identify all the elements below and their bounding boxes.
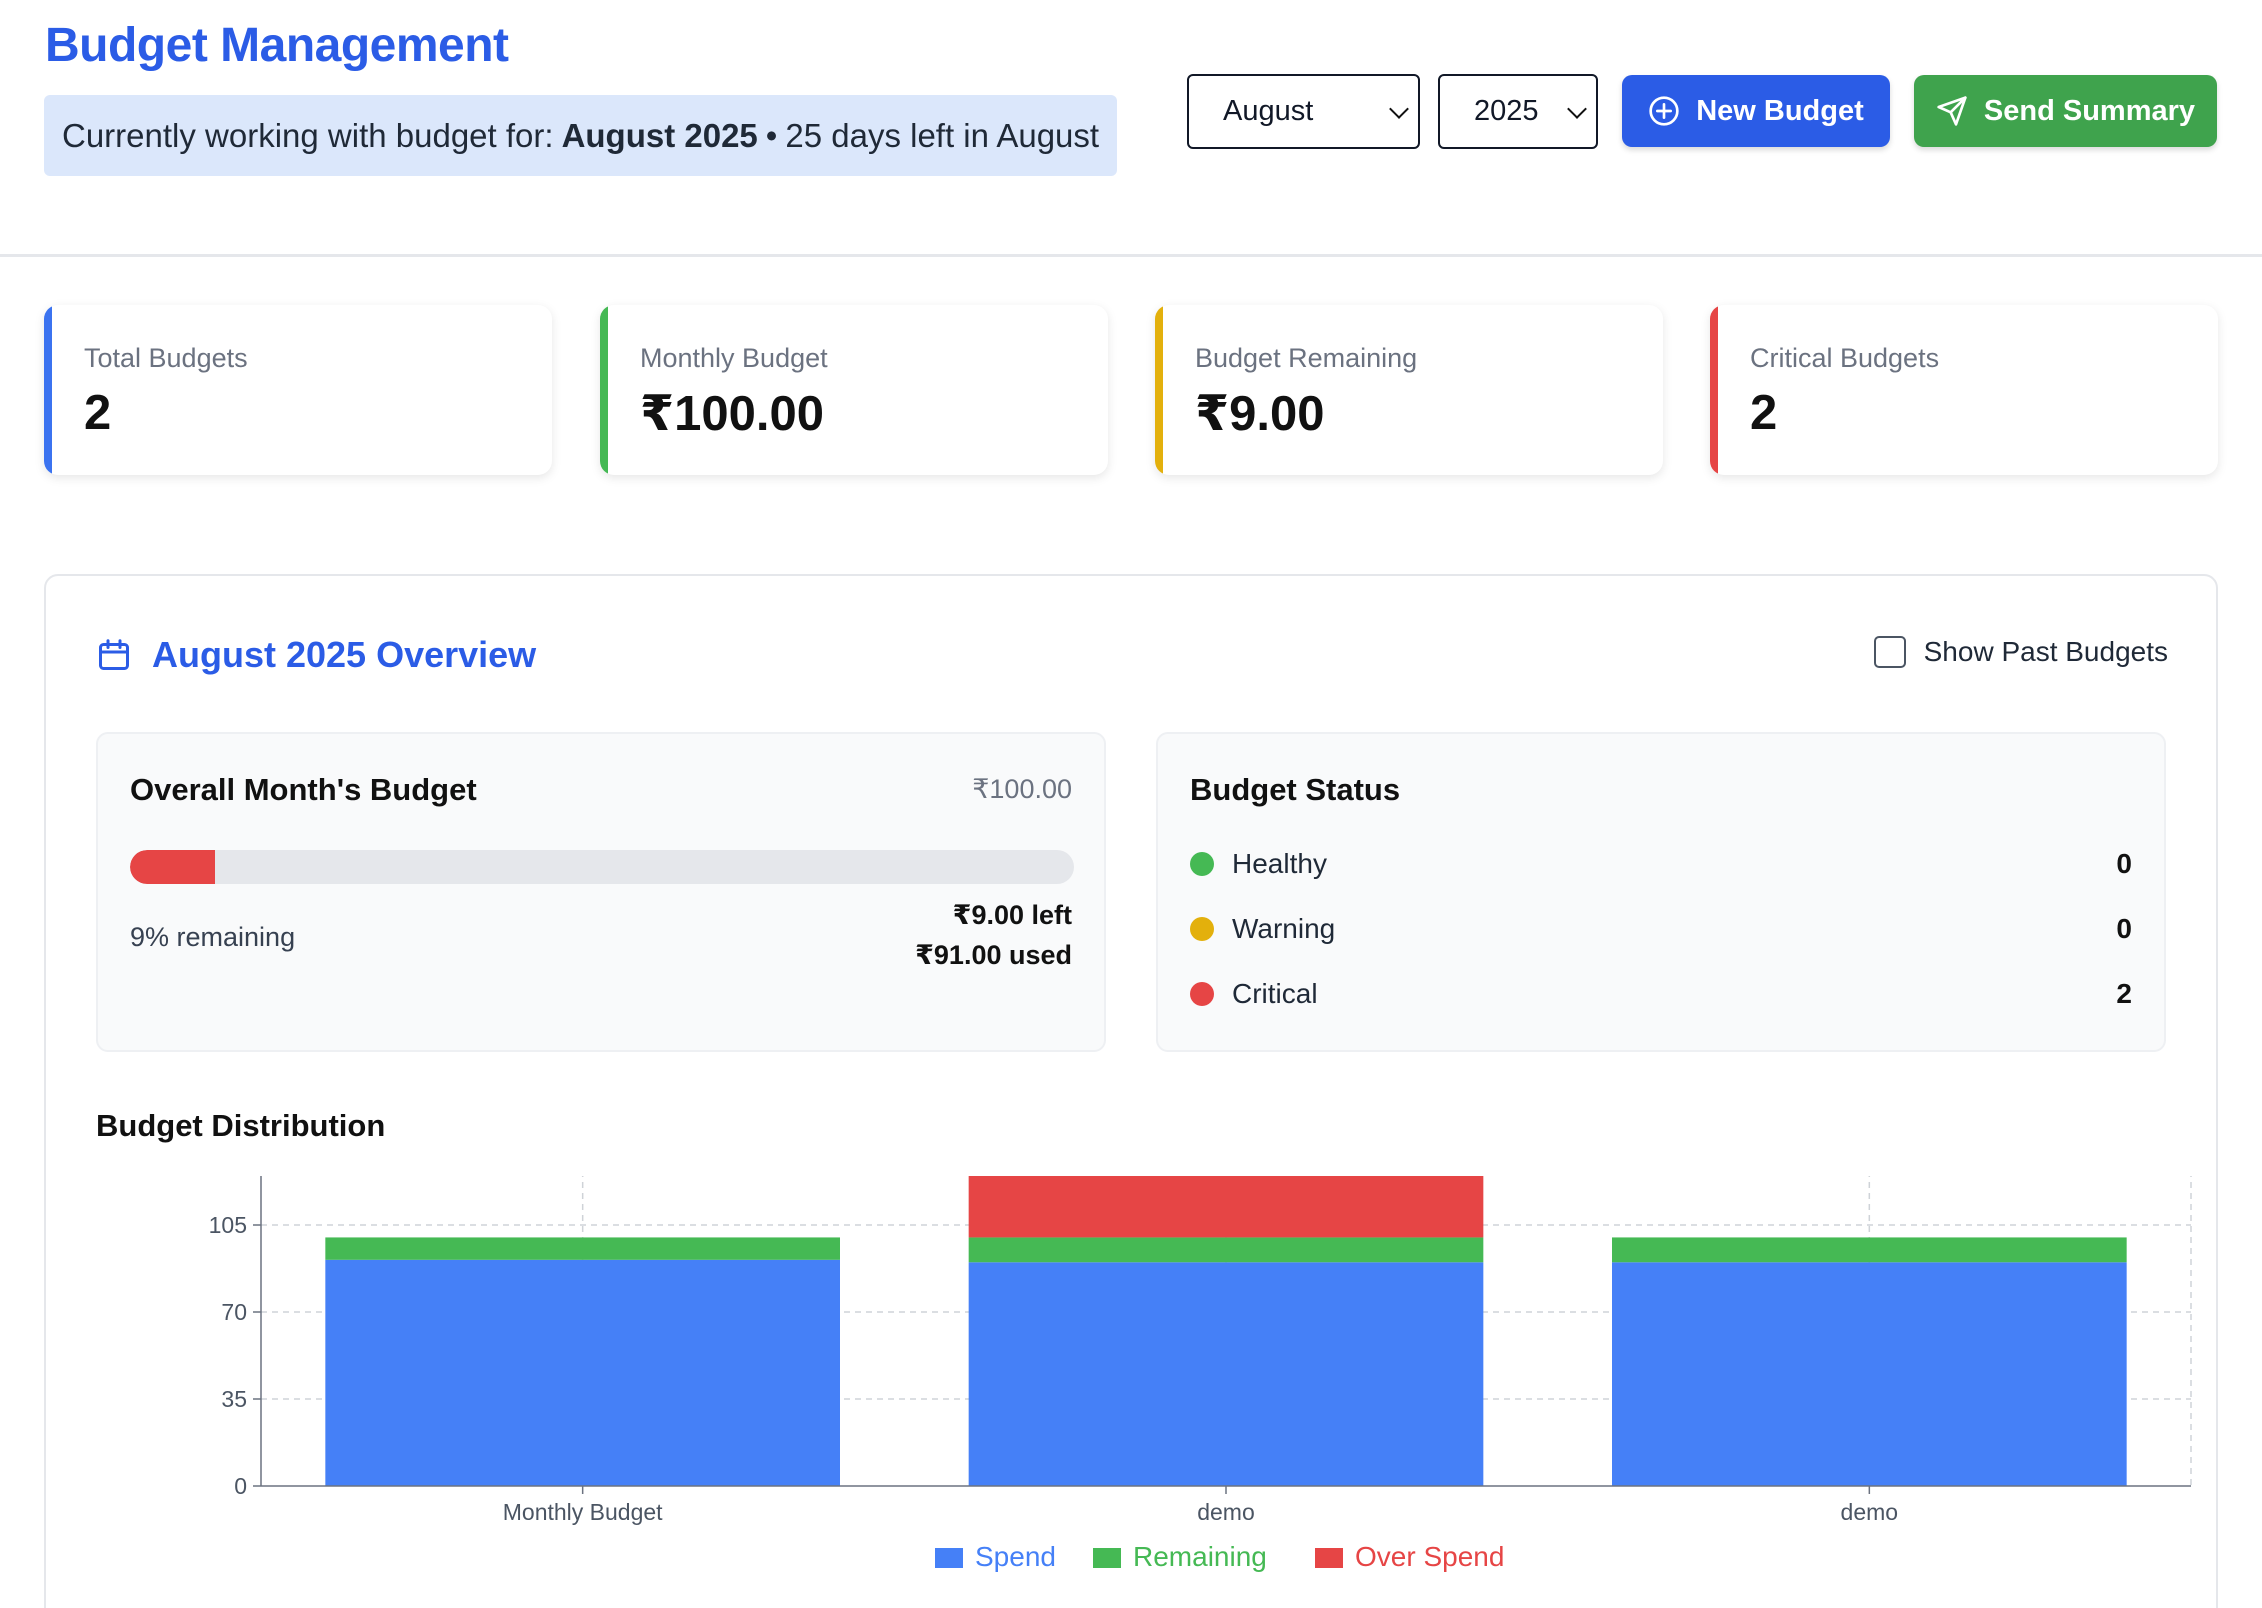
remaining-percent: 9% remaining bbox=[130, 922, 296, 952]
new-budget-label: New Budget bbox=[1696, 94, 1864, 127]
budget-progress-fill bbox=[130, 850, 215, 884]
y-tick-label: 35 bbox=[221, 1386, 247, 1412]
stat-value: ₹9.00 bbox=[1195, 387, 1325, 441]
stat-label: Monthly Budget bbox=[640, 343, 828, 373]
status-row-healthy: Healthy 0 bbox=[1190, 844, 2132, 884]
bar-spend bbox=[968, 1262, 1484, 1486]
stat-label: Critical Budgets bbox=[1750, 343, 1940, 373]
overall-budget-total: ₹100.00 bbox=[972, 774, 1072, 804]
overview-title-text: August 2025 Overview bbox=[152, 634, 537, 675]
chevron-down-icon bbox=[1389, 99, 1409, 119]
status-dot bbox=[1190, 982, 1214, 1006]
bar-remaining bbox=[1612, 1237, 2127, 1263]
stat-value: 2 bbox=[1750, 386, 1778, 440]
plus-circle-icon bbox=[1649, 96, 1679, 126]
budget-distribution-chart: 03570105140Monthly BudgetdemodemoSpendRe… bbox=[209, 1176, 2192, 1572]
stat-value: ₹100.00 bbox=[640, 387, 824, 441]
stat-card-budget-remaining: Budget Remaining ₹9.00 bbox=[1155, 305, 1663, 475]
status-label: Warning bbox=[1232, 913, 1336, 944]
x-tick-label: Monthly Budget bbox=[503, 1499, 663, 1525]
year-select-value: 2025 bbox=[1474, 95, 1539, 127]
y-tick-label: 70 bbox=[221, 1299, 247, 1325]
overview-title: August 2025 Overview bbox=[96, 634, 536, 676]
status-row-critical: Critical 2 bbox=[1190, 974, 2132, 1014]
bar-remaining bbox=[325, 1237, 840, 1260]
legend-swatch bbox=[1315, 1548, 1343, 1568]
x-tick-label: demo bbox=[1841, 1499, 1899, 1525]
y-tick-label: 105 bbox=[209, 1212, 247, 1238]
status-count: 0 bbox=[2116, 913, 2132, 944]
status-row-warning: Warning 0 bbox=[1190, 909, 2132, 949]
overall-month-budget-card: Overall Month's Budget ₹100.00 9% remain… bbox=[96, 732, 1106, 1052]
month-select[interactable]: August bbox=[1187, 74, 1420, 149]
banner-period: August 2025 bbox=[561, 116, 758, 154]
legend-label: Spend bbox=[975, 1541, 1056, 1572]
bar-spend bbox=[1612, 1262, 2127, 1486]
show-past-budgets-checkbox[interactable] bbox=[1873, 636, 1906, 668]
legend-swatch bbox=[935, 1548, 963, 1568]
banner-separator: • bbox=[765, 116, 778, 154]
month-select-value: August bbox=[1223, 95, 1314, 127]
send-summary-button[interactable]: Send Summary bbox=[1914, 75, 2217, 147]
show-past-budgets-label: Show Past Budgets bbox=[1923, 636, 2168, 667]
send-icon bbox=[1937, 96, 1967, 126]
stat-accent bbox=[1155, 305, 1163, 475]
bar-remaining bbox=[968, 1237, 1484, 1263]
stat-card-critical-budgets: Critical Budgets 2 bbox=[1710, 305, 2218, 475]
page-title: Budget Management bbox=[45, 19, 509, 72]
status-label: Healthy bbox=[1232, 848, 1327, 879]
stat-card-total-budgets: Total Budgets 2 bbox=[44, 305, 552, 475]
budget-status-card: Budget Status Healthy 0 Warning 0 Critic… bbox=[1156, 732, 2166, 1052]
status-label: Critical bbox=[1232, 978, 1318, 1009]
legend-label: Over Spend bbox=[1355, 1541, 1504, 1572]
send-summary-label: Send Summary bbox=[1983, 94, 2196, 127]
bar-spend bbox=[325, 1259, 840, 1486]
current-budget-banner: Currently working with budget for: Augus… bbox=[44, 95, 1118, 176]
budget-progress-bar bbox=[130, 850, 1074, 884]
legend-swatch bbox=[1093, 1548, 1121, 1568]
amount-used: ₹91.00 used bbox=[915, 940, 1072, 970]
stat-card-monthly-budget: Monthly Budget ₹100.00 bbox=[600, 305, 1108, 475]
month-overview-panel: August 2025 Overview Show Past Budgets O… bbox=[44, 574, 2218, 1608]
budget-distribution-title: Budget Distribution bbox=[96, 1108, 386, 1143]
year-select[interactable]: 2025 bbox=[1438, 74, 1598, 149]
stat-accent bbox=[1710, 305, 1718, 475]
stat-label: Budget Remaining bbox=[1195, 343, 1418, 373]
stat-value: 2 bbox=[84, 386, 112, 440]
status-count: 2 bbox=[2116, 978, 2132, 1009]
stat-accent bbox=[600, 305, 608, 475]
x-tick-label: demo bbox=[1197, 1499, 1255, 1525]
overall-budget-title: Overall Month's Budget bbox=[130, 772, 477, 807]
show-past-budgets-toggle[interactable]: Show Past Budgets bbox=[1873, 636, 2168, 668]
amount-left: ₹9.00 left bbox=[952, 900, 1072, 930]
banner-prefix: Currently working with budget for: bbox=[62, 116, 554, 154]
status-dot bbox=[1190, 852, 1214, 876]
new-budget-button[interactable]: New Budget bbox=[1622, 75, 1890, 147]
legend-label: Remaining bbox=[1133, 1541, 1267, 1572]
budget-status-title: Budget Status bbox=[1190, 772, 1401, 807]
banner-days-left: 25 days left in August bbox=[785, 116, 1100, 154]
stat-accent bbox=[44, 305, 52, 475]
status-dot bbox=[1190, 917, 1214, 941]
page-header: Budget Management Currently working with… bbox=[0, 0, 2262, 257]
calendar-icon bbox=[99, 639, 129, 670]
chevron-down-icon bbox=[1567, 99, 1587, 119]
bar-over-spend bbox=[968, 1176, 1484, 1238]
stat-label: Total Budgets bbox=[84, 343, 248, 373]
y-tick-label: 0 bbox=[234, 1473, 247, 1499]
status-count: 0 bbox=[2116, 848, 2132, 879]
